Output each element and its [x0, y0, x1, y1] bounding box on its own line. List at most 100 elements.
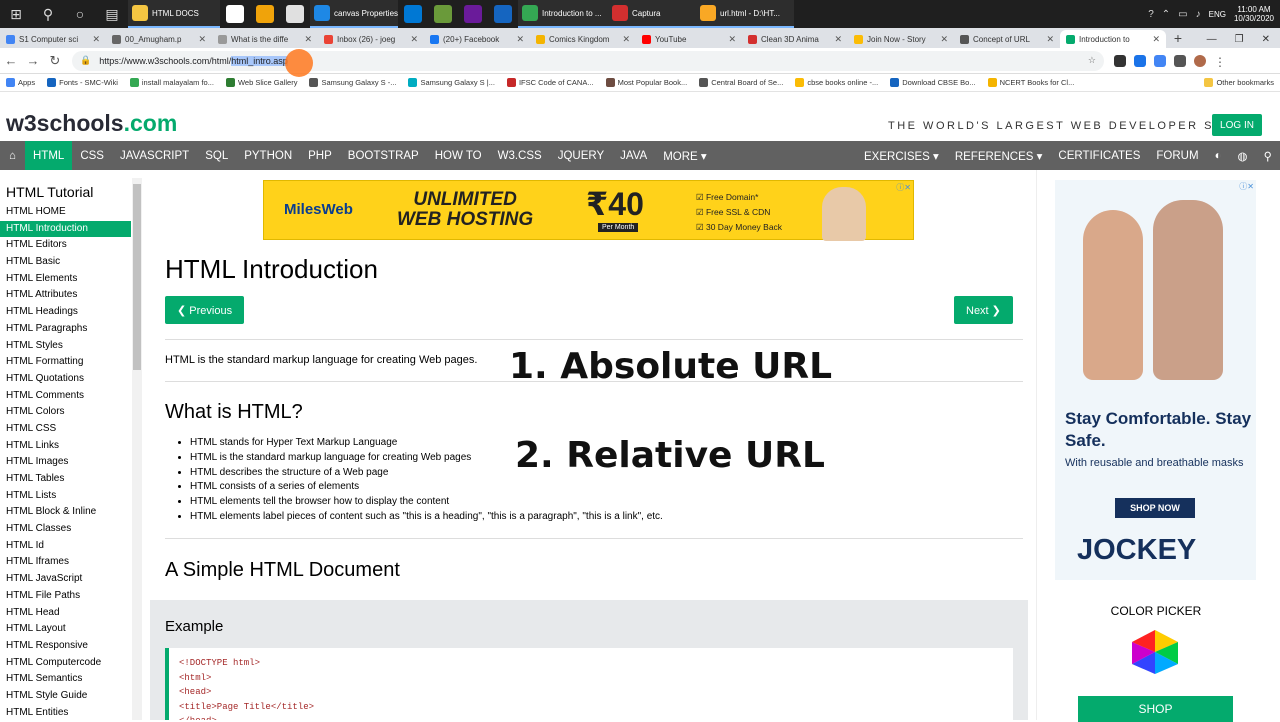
sidebar-link[interactable]: HTML Entities [0, 705, 131, 720]
sidebar-link[interactable]: HTML Lists [0, 488, 131, 505]
nav-item[interactable]: CSS [72, 141, 112, 170]
browser-tab[interactable]: Join Now - Story ✕ [848, 30, 954, 48]
nav-item[interactable]: W3.CSS [490, 141, 550, 170]
nav-item-right[interactable]: REFERENCES ▾ [947, 141, 1051, 170]
tab-close-icon[interactable]: ✕ [198, 34, 206, 45]
restore-icon[interactable]: ❐ [1235, 34, 1244, 45]
bookmark-item[interactable]: NCERT Books for Cl... [987, 78, 1074, 87]
taskbar-pinned-app[interactable] [488, 0, 518, 28]
forward-icon[interactable]: → [22, 53, 44, 68]
sidebar-link[interactable]: HTML Images [0, 454, 131, 471]
sidebar-link[interactable]: HTML JavaScript [0, 571, 131, 588]
sidebar-link[interactable]: HTML Formatting [0, 354, 131, 371]
extension-icon[interactable] [1134, 54, 1146, 67]
start-icon[interactable]: ⊞ [0, 0, 32, 28]
bookmark-item[interactable]: Apps [6, 78, 35, 87]
nav-item[interactable]: HTML [25, 141, 73, 170]
browser-tab[interactable]: Introduction to ✕ [1060, 30, 1166, 48]
language-indicator[interactable]: ENG [1209, 10, 1226, 19]
color-picker-icon[interactable] [1128, 628, 1182, 676]
sidebar-link[interactable]: HTML Block & Inline [0, 504, 131, 521]
tab-close-icon[interactable]: ✕ [1152, 34, 1160, 45]
browser-tab[interactable]: Inbox (26) - joeg ✕ [318, 30, 424, 48]
jockey-ad[interactable]: Stay Comfortable. Stay Safe. With reusab… [1055, 180, 1256, 580]
sidebar-link[interactable]: HTML Classes [0, 521, 131, 538]
sidebar-link[interactable]: HTML Quotations [0, 371, 131, 388]
nav-item[interactable]: SQL [197, 141, 236, 170]
taskbar-app[interactable]: HTML DOCS [128, 0, 220, 28]
sidebar-link[interactable]: HTML Semantics [0, 671, 131, 688]
taskbar-pinned-app[interactable] [220, 0, 250, 28]
nav-item[interactable]: PHP [300, 141, 340, 170]
sidebar-link[interactable]: HTML Colors [0, 404, 131, 421]
tab-close-icon[interactable]: ✕ [410, 34, 418, 45]
taskbar-app[interactable]: Captura [608, 0, 696, 28]
nav-item[interactable]: PYTHON [236, 141, 300, 170]
nav-item-right[interactable]: EXERCISES ▾ [856, 141, 947, 170]
minimize-icon[interactable]: — [1207, 34, 1217, 45]
sidebar-link[interactable]: HTML File Paths [0, 588, 131, 605]
bookmark-item[interactable]: Samsung Galaxy S |... [408, 78, 495, 87]
nav-item[interactable]: BOOTSTRAP [340, 141, 427, 170]
nav-item[interactable]: HOW TO [427, 141, 490, 170]
home-icon[interactable]: ⌂ [0, 141, 25, 170]
sidebar-link[interactable]: HTML Comments [0, 388, 131, 405]
tab-close-icon[interactable]: ✕ [1046, 34, 1054, 45]
globe-icon[interactable]: ◍ [1230, 141, 1256, 170]
tab-close-icon[interactable]: ✕ [92, 34, 100, 45]
nav-item[interactable]: MORE ▾ [655, 141, 714, 170]
tab-close-icon[interactable]: ✕ [728, 34, 736, 45]
bookmark-star-icon[interactable]: ☆ [1088, 55, 1096, 66]
taskbar-pinned-app[interactable] [428, 0, 458, 28]
sidebar-link[interactable]: HTML Responsive [0, 638, 131, 655]
sidebar-link[interactable]: HTML Headings [0, 304, 131, 321]
new-tab-button[interactable]: + [1166, 30, 1190, 48]
close-window-icon[interactable]: ✕ [1262, 34, 1270, 45]
reload-icon[interactable]: ↻ [44, 53, 66, 69]
sidebar-link[interactable]: HTML Styles [0, 338, 131, 355]
clock[interactable]: 11:00 AM 10/30/2020 [1234, 5, 1274, 23]
site-search-icon[interactable]: ⚲ [1256, 141, 1280, 170]
bookmark-item[interactable]: Other bookmarks [1204, 78, 1274, 87]
sidebar-link[interactable]: HTML HOME [0, 204, 131, 221]
profile-avatar[interactable] [1194, 54, 1206, 67]
next-button[interactable]: Next ❯ [954, 296, 1013, 324]
task-view-icon[interactable]: ▤ [96, 0, 128, 28]
taskbar-app[interactable]: url.html - D:\HT... [696, 0, 794, 28]
taskbar-pinned-app[interactable] [458, 0, 488, 28]
back-icon[interactable]: ← [0, 53, 22, 68]
nav-item[interactable]: JQUERY [550, 141, 612, 170]
browser-tab[interactable]: (20+) Facebook ✕ [424, 30, 530, 48]
nav-item[interactable]: JAVASCRIPT [112, 141, 197, 170]
ad-close-icon[interactable]: ⓘ✕ [1239, 181, 1254, 192]
extension-icon[interactable] [1114, 54, 1126, 67]
nav-item-right[interactable]: CERTIFICATES [1050, 141, 1148, 170]
sidebar-link[interactable]: HTML Id [0, 538, 131, 555]
browser-tab[interactable]: Clean 3D Anima ✕ [742, 30, 848, 48]
sidebar-link[interactable]: HTML CSS [0, 421, 131, 438]
sidebar-link[interactable]: HTML Links [0, 438, 131, 455]
tab-close-icon[interactable]: ✕ [834, 34, 842, 45]
bookmark-item[interactable]: Web Slice Gallery [225, 78, 297, 87]
taskbar-app[interactable]: canvas Properties [310, 0, 398, 28]
bookmark-item[interactable]: Most Popular Book... [605, 78, 687, 87]
sidebar-link[interactable]: HTML Head [0, 605, 131, 622]
tab-close-icon[interactable]: ✕ [304, 34, 312, 45]
tab-close-icon[interactable]: ✕ [622, 34, 630, 45]
sidebar-link[interactable]: HTML Introduction [0, 220, 131, 238]
previous-button[interactable]: ❮ Previous [165, 296, 245, 324]
bookmark-item[interactable]: IFSC Code of CANA... [506, 78, 594, 87]
theme-toggle-icon[interactable]: ◐ [1207, 141, 1230, 170]
taskbar-pinned-app[interactable] [398, 0, 428, 28]
sidebar-link[interactable]: HTML Computercode [0, 655, 131, 672]
chevron-up-icon[interactable]: ⌃ [1162, 9, 1170, 20]
bookmark-item[interactable]: Download CBSE Bo... [890, 78, 976, 87]
nav-item[interactable]: JAVA [612, 141, 655, 170]
ad-close-icon[interactable]: ⓘ✕ [896, 182, 911, 193]
bookmark-item[interactable]: Fonts - SMC-Wiki [47, 78, 118, 87]
hosting-ad-banner[interactable]: MilesWeb UNLIMITED WEB HOSTING ₹40 Per M… [263, 180, 914, 241]
sidebar-link[interactable]: HTML Elements [0, 271, 131, 288]
scrollbar-thumb[interactable] [133, 184, 141, 370]
search-icon[interactable]: ⚲ [32, 0, 64, 28]
shop-now-button[interactable]: SHOP NOW [1115, 498, 1195, 518]
